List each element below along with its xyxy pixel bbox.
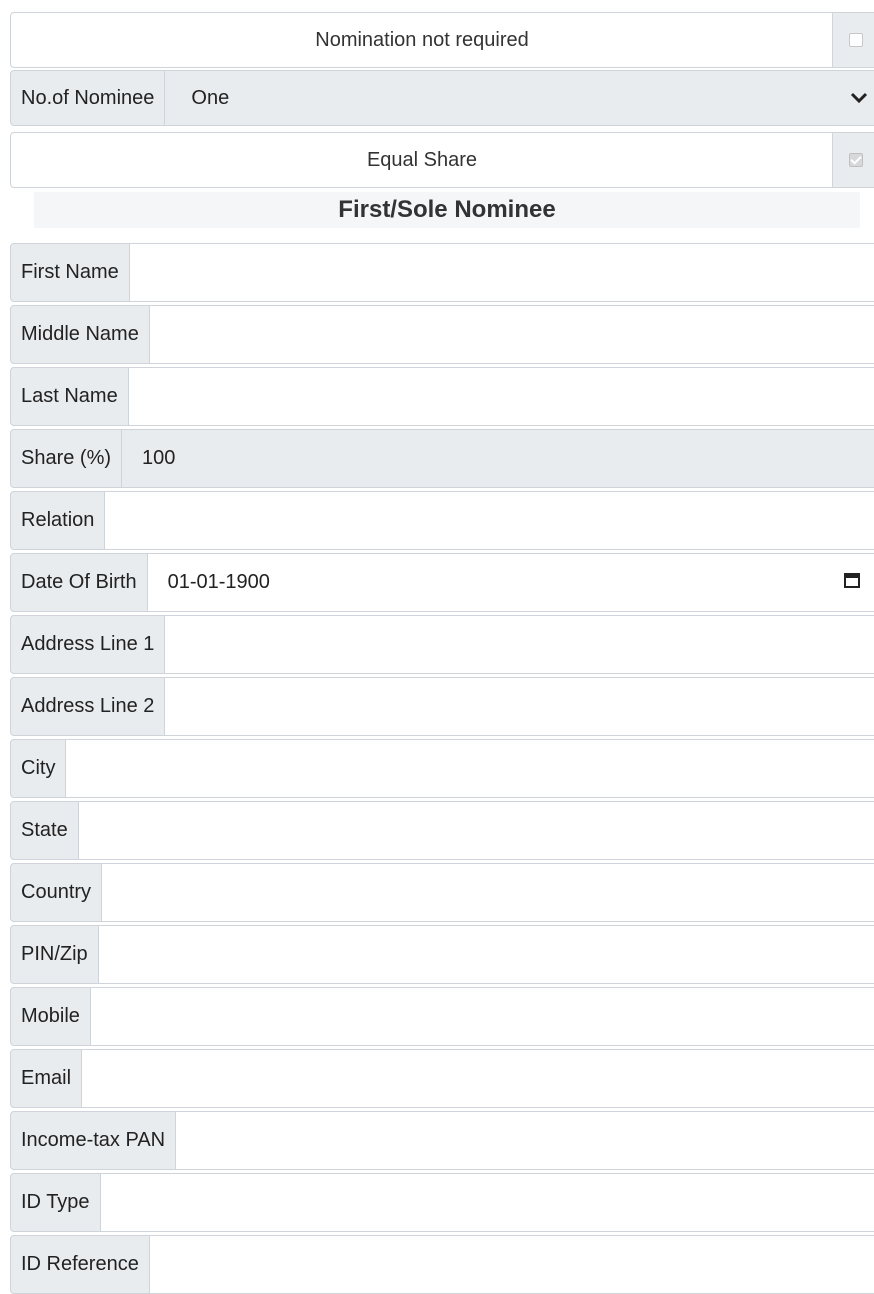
pin-label: PIN/Zip — [10, 925, 99, 984]
nominee-count-label: No.of Nominee — [11, 71, 166, 125]
mobile-input[interactable] — [90, 987, 874, 1046]
nomination-not-required-label: Nomination not required — [315, 28, 529, 51]
dob-group: Date Of Birth 01-01-1900 — [10, 553, 874, 612]
mobile-group: Mobile — [10, 987, 874, 1046]
id-type-group: ID Type — [10, 1173, 874, 1232]
address1-input[interactable] — [165, 615, 874, 674]
id-reference-input[interactable] — [149, 1235, 874, 1294]
pan-label: Income-tax PAN — [10, 1111, 177, 1170]
email-label: Email — [10, 1049, 83, 1108]
id-reference-label: ID Reference — [10, 1235, 150, 1294]
email-group: Email — [10, 1049, 874, 1108]
address2-label: Address Line 2 — [10, 677, 166, 736]
id-type-label: ID Type — [10, 1173, 101, 1232]
address2-input[interactable] — [165, 677, 874, 736]
relation-group: Relation — [10, 491, 874, 550]
pan-group: Income-tax PAN — [10, 1111, 874, 1170]
country-input[interactable] — [102, 863, 874, 922]
section-title: First/Sole Nominee — [34, 192, 860, 228]
pan-input[interactable] — [176, 1111, 874, 1170]
chevron-down-icon[interactable] — [839, 71, 874, 125]
pin-group: PIN/Zip — [10, 925, 874, 984]
middle-name-label: Middle Name — [10, 305, 150, 364]
nomination-not-required-checkbox-wrap[interactable] — [832, 13, 874, 67]
equal-share-row: Equal Share — [10, 132, 874, 188]
id-type-input[interactable] — [100, 1173, 874, 1232]
country-label: Country — [10, 863, 103, 922]
nominee-count-select[interactable]: No.of Nominee One — [10, 70, 874, 126]
dob-input[interactable]: 01-01-1900 — [147, 553, 874, 612]
dob-value: 01-01-1900 — [167, 571, 270, 593]
last-name-group: Last Name — [10, 367, 874, 426]
last-name-label: Last Name — [10, 367, 129, 426]
address2-group: Address Line 2 — [10, 677, 874, 736]
state-group: State — [10, 801, 874, 860]
email-input[interactable] — [82, 1049, 874, 1108]
nomination-not-required-row: Nomination not required — [10, 12, 874, 68]
dob-label: Date Of Birth — [10, 553, 148, 612]
mobile-label: Mobile — [10, 987, 91, 1046]
id-reference-group: ID Reference — [10, 1235, 874, 1294]
relation-input[interactable] — [105, 491, 874, 550]
pin-input[interactable] — [98, 925, 874, 984]
state-input[interactable] — [78, 801, 874, 860]
first-name-group: First Name — [10, 243, 874, 302]
equal-share-checkbox-wrap[interactable] — [832, 133, 874, 187]
address1-label: Address Line 1 — [10, 615, 166, 674]
share-label: Share (%) — [10, 429, 123, 488]
first-name-input[interactable] — [129, 243, 874, 302]
share-group: Share (%) 100 — [10, 429, 874, 488]
country-group: Country — [10, 863, 874, 922]
state-label: State — [10, 801, 79, 860]
last-name-input[interactable] — [128, 367, 874, 426]
calendar-icon[interactable] — [843, 571, 861, 595]
middle-name-group: Middle Name — [10, 305, 874, 364]
middle-name-input[interactable] — [149, 305, 874, 364]
nomination-not-required-checkbox[interactable] — [849, 33, 863, 47]
city-input[interactable] — [66, 739, 874, 798]
relation-label: Relation — [10, 491, 106, 550]
address1-group: Address Line 1 — [10, 615, 874, 674]
equal-share-label: Equal Share — [366, 148, 478, 171]
share-input: 100 — [122, 429, 874, 488]
city-group: City — [10, 739, 874, 798]
nominee-count-value[interactable]: One — [165, 71, 839, 125]
city-label: City — [10, 739, 67, 798]
first-name-label: First Name — [10, 243, 130, 302]
equal-share-checkbox[interactable] — [849, 153, 863, 167]
